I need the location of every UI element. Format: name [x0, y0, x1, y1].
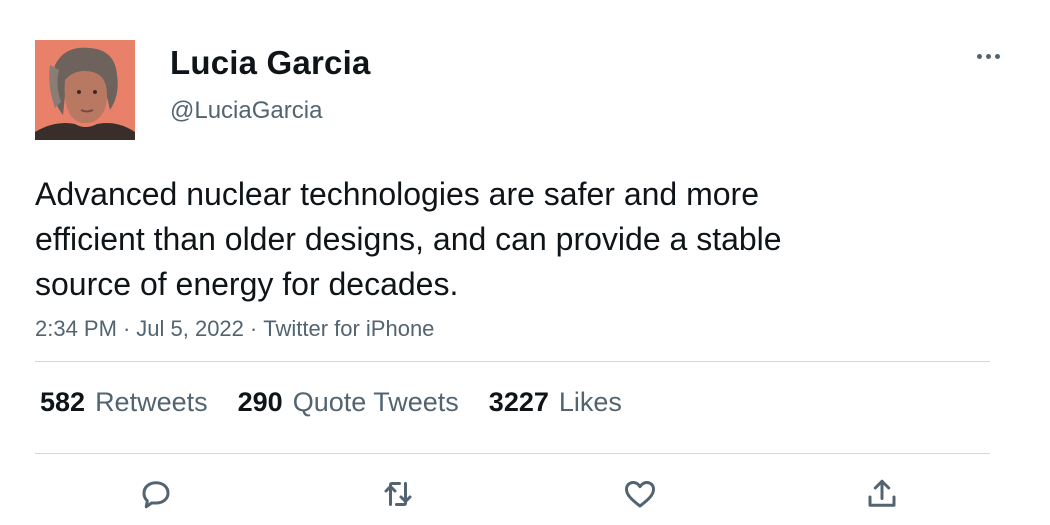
- tweet-time[interactable]: 2:34 PM: [35, 316, 117, 341]
- author-name[interactable]: Lucia Garcia: [170, 44, 371, 82]
- dot-icon: [985, 53, 991, 59]
- tweet-card: Lucia Garcia @LuciaGarcia Advanced nucle…: [0, 0, 1050, 525]
- tweet-stats: 582 Retweets 290 Quote Tweets 3227 Likes: [40, 387, 652, 418]
- share-button[interactable]: [860, 472, 904, 516]
- tweet-meta: 2:34 PM · Jul 5, 2022 · Twitter for iPhone: [35, 316, 434, 342]
- dot-icon: [994, 53, 1000, 59]
- divider: [35, 361, 990, 362]
- divider: [35, 453, 990, 454]
- retweets-label: Retweets: [95, 387, 208, 417]
- tweet-date[interactable]: Jul 5, 2022: [136, 316, 244, 341]
- retweet-button[interactable]: [376, 472, 420, 516]
- avatar[interactable]: [35, 40, 135, 140]
- likes-stat[interactable]: 3227 Likes: [489, 387, 622, 418]
- quote-tweets-label: Quote Tweets: [292, 387, 459, 417]
- tweet-source[interactable]: Twitter for iPhone: [263, 316, 434, 341]
- likes-count: 3227: [488, 387, 549, 417]
- quote-tweets-stat[interactable]: 290 Quote Tweets: [238, 387, 459, 418]
- retweet-icon: [384, 482, 412, 506]
- more-options-icon[interactable]: [970, 44, 1006, 68]
- share-icon: [868, 479, 896, 507]
- retweets-stat[interactable]: 582 Retweets: [40, 387, 208, 418]
- retweets-count: 582: [40, 387, 86, 417]
- like-icon: [625, 480, 655, 508]
- reply-button[interactable]: [134, 472, 178, 516]
- avatar-photo: [35, 40, 135, 140]
- tweet-text: Advanced nuclear technologies are safer …: [35, 176, 782, 302]
- author-handle[interactable]: @LuciaGarcia: [170, 97, 322, 125]
- meta-separator: ·: [249, 316, 258, 341]
- likes-label: Likes: [558, 387, 622, 417]
- quote-tweets-count: 290: [237, 387, 283, 417]
- meta-separator: ·: [122, 316, 131, 341]
- dot-icon: [976, 53, 982, 59]
- like-button[interactable]: [618, 472, 662, 516]
- reply-icon: [142, 481, 170, 509]
